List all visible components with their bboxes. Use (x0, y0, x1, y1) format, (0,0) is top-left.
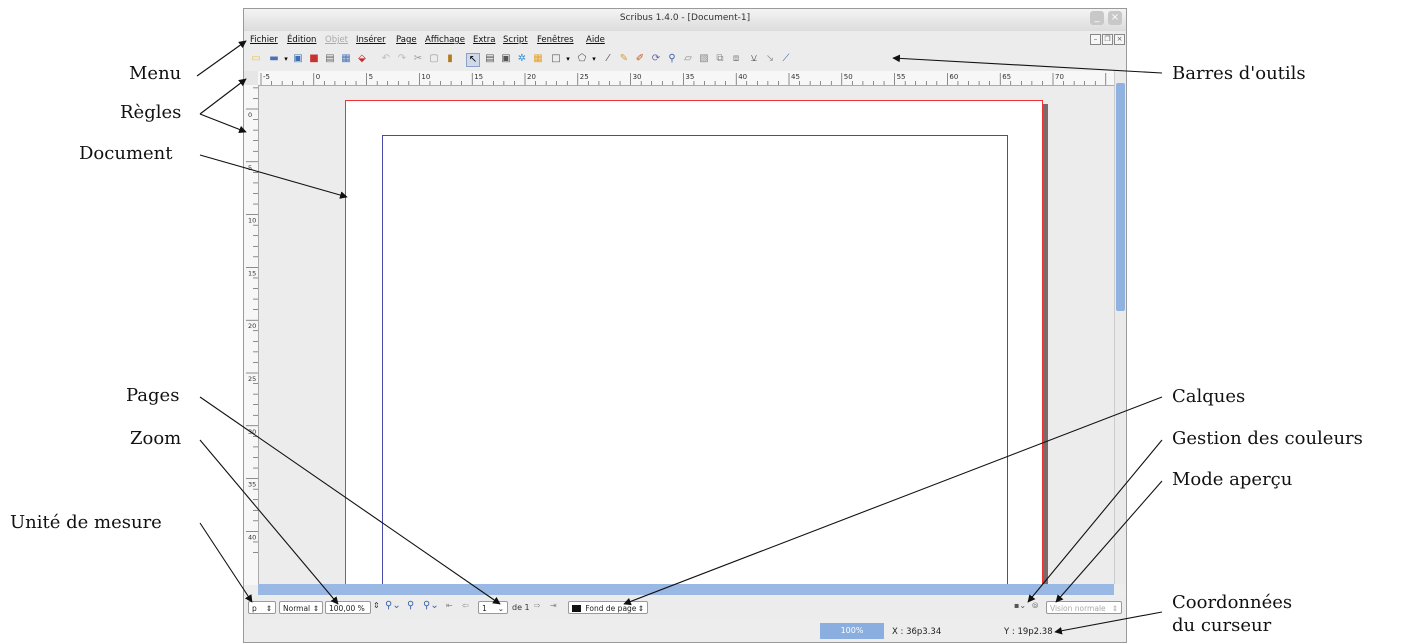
arrow-coordonnees (1054, 611, 1163, 635)
arrow-menu (196, 40, 247, 77)
annotation-arrows (196, 40, 1163, 635)
arrow-unite (199, 522, 253, 603)
arrow-zoom (199, 439, 339, 605)
arrow-barres (892, 54, 1163, 74)
arrow-apercu (1055, 480, 1163, 603)
arrow-pages (199, 396, 501, 605)
arrow-regles-h (199, 78, 247, 115)
arrow-couleurs (1027, 439, 1163, 603)
arrow-regles-v (199, 113, 247, 134)
arrow-document (199, 154, 348, 199)
